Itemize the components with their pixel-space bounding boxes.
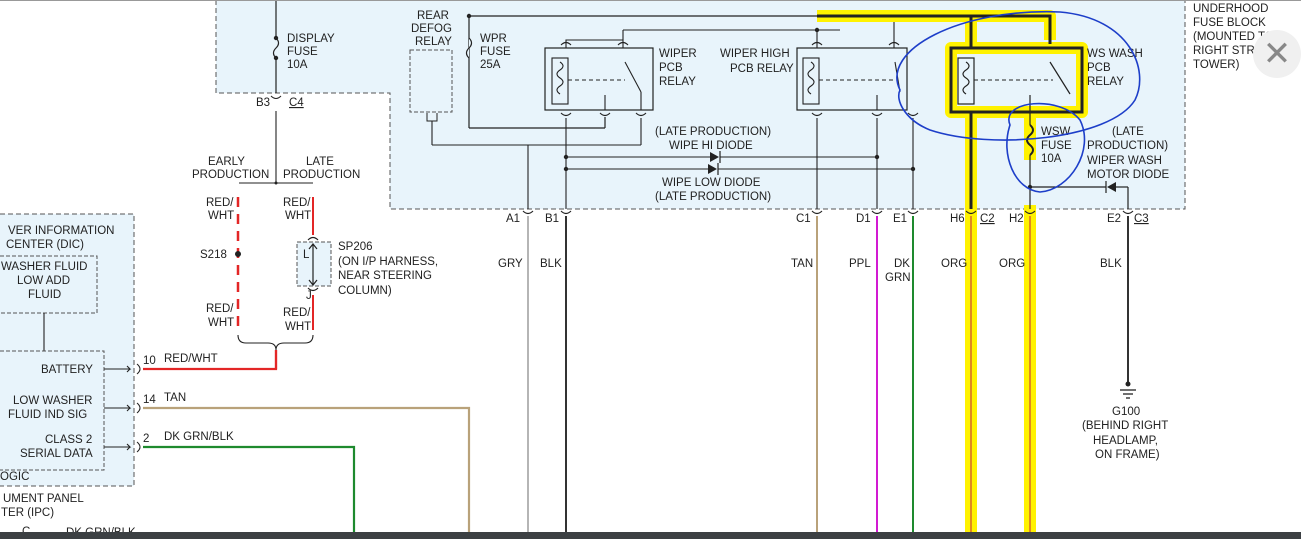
wire-2-dkgrnblk — [143, 445, 356, 539]
rear-defog-relay-label: REAR DEFOG RELAY — [411, 10, 455, 48]
connector-e2: E2 — [1107, 213, 1121, 225]
wire-label-dk-grn: DK GRN — [885, 258, 913, 284]
redwht-bottom-right: RED/ WHT — [283, 307, 314, 333]
ground-symbol — [1120, 389, 1136, 399]
sp206-label: SP206 (ON I/P HARNESS, NEAR STEERING COL… — [338, 241, 441, 297]
connector-a1: A1 — [506, 213, 520, 225]
pin-2: 2 — [143, 433, 149, 445]
ground-name: G100 — [1112, 406, 1140, 418]
battery-label: BATTERY — [41, 364, 93, 376]
sp206-pin-j: J — [306, 290, 312, 302]
connector-c3: C3 — [1134, 213, 1149, 225]
logic-label: OGIC — [0, 471, 29, 483]
connector-h2: H2 — [1009, 213, 1024, 225]
redwht-top-right: RED/ WHT — [283, 197, 314, 222]
wiring-diagram: UNDERHOOD FUSE BLOCK (MOUNTED TO RIGHT S… — [0, 0, 1301, 539]
wire-14-label: TAN — [164, 392, 186, 404]
connector-c2: C2 — [980, 213, 995, 225]
ground-location: (BEHIND RIGHT HEADLAMP, ON FRAME) — [1082, 420, 1171, 461]
wire-label-org-2: ORG — [999, 258, 1025, 270]
late-production-label: LATE PRODUCTION — [283, 156, 360, 181]
pin-14: 14 — [143, 394, 156, 406]
connector-row-symbols — [522, 210, 1134, 215]
sp206-pin-l: L — [303, 249, 310, 261]
wire-label-blk-2: BLK — [1100, 258, 1122, 270]
connector-c4: C4 — [289, 97, 304, 109]
ipc-label: UMENT PANEL TER (IPC) — [1, 493, 87, 519]
connector-e1: E1 — [893, 213, 907, 225]
close-icon: ✕ — [1262, 34, 1292, 74]
connector-b3: B3 — [256, 97, 270, 109]
wire-label-gry: GRY — [498, 258, 523, 270]
bottom-bar — [0, 532, 1301, 539]
wire-label-org-1: ORG — [941, 258, 967, 270]
connector-h6: H6 — [950, 213, 965, 225]
redwht-bottom-left: RED/ WHT — [206, 303, 237, 329]
connector-b1: B1 — [545, 213, 559, 225]
wire-label-tan: TAN — [791, 258, 813, 270]
connector-c1: C1 — [796, 213, 811, 225]
connector-b3-c4-symbol — [270, 95, 282, 99]
early-production-label: EARLY PRODUCTION — [192, 156, 269, 181]
s218-splice-dot — [235, 251, 241, 257]
wire-label-blk-1: BLK — [540, 258, 562, 270]
wire-2-label: DK GRN/BLK — [164, 431, 234, 443]
s218-label: S218 — [200, 249, 227, 261]
redwht-top-left: RED/ WHT — [206, 197, 237, 222]
wire-14-tan — [143, 406, 471, 539]
splice-merge-bracket — [237, 334, 314, 351]
wire-10-label: RED/WHT — [164, 353, 218, 365]
close-button[interactable]: ✕ — [1253, 30, 1301, 78]
connector-d1: D1 — [856, 213, 871, 225]
pin-10: 10 — [143, 355, 156, 367]
wire-label-ppl: PPL — [849, 258, 871, 270]
